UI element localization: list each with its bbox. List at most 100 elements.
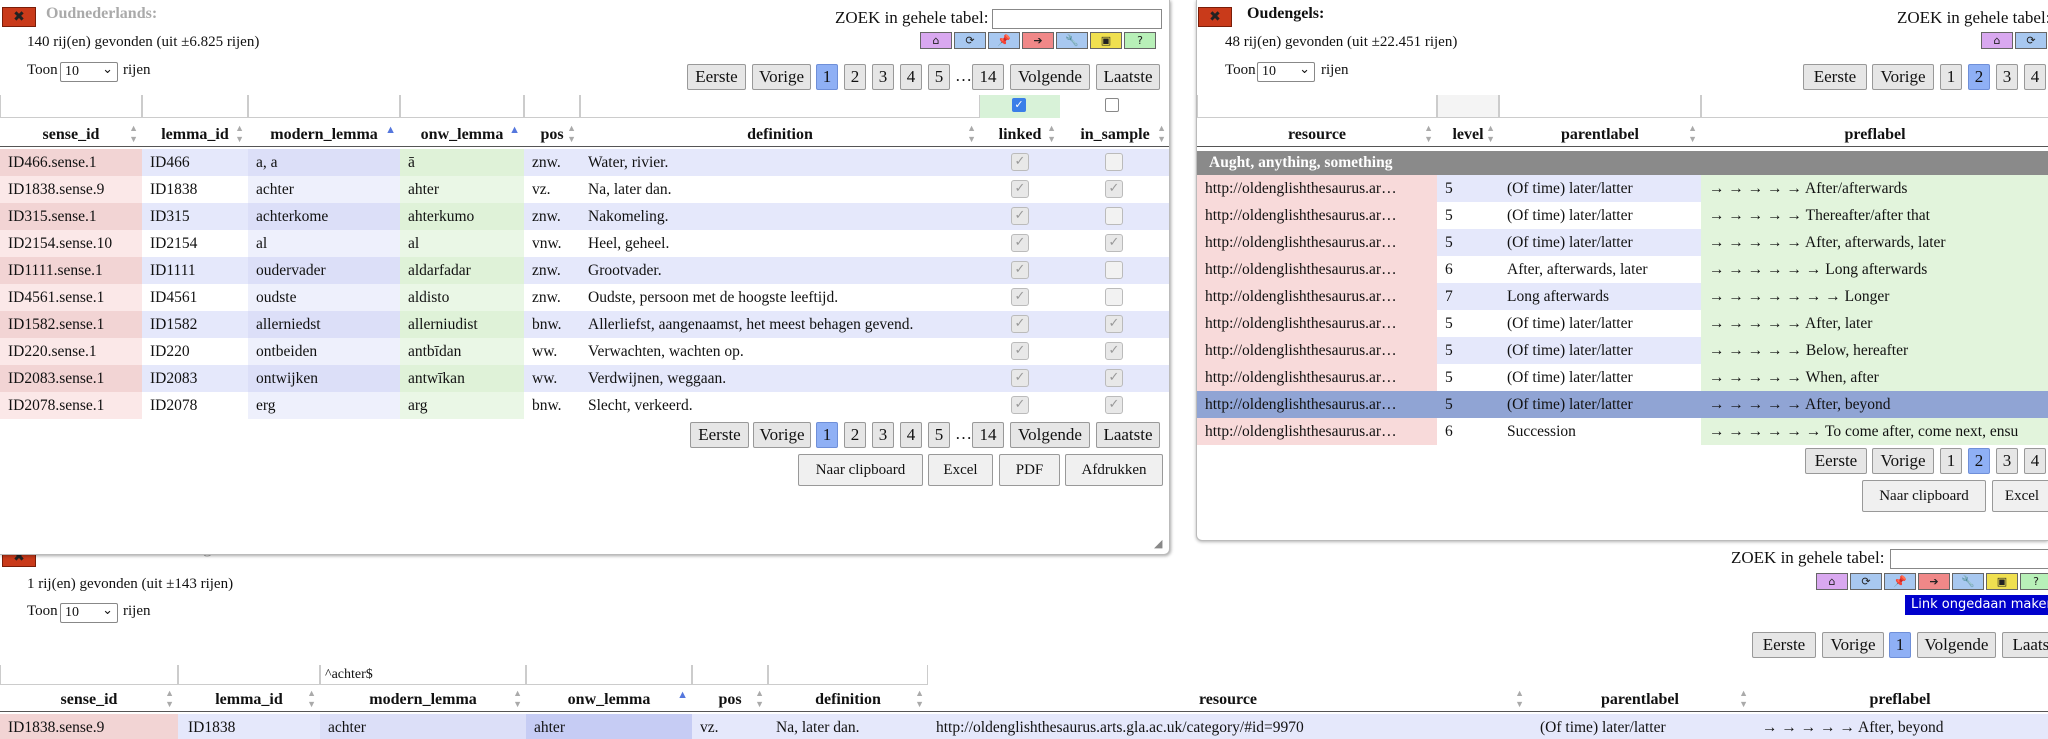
links-prev-button[interactable]: Vorige bbox=[1822, 632, 1884, 658]
odn-th-sense-id[interactable]: sense_id ▲ ▼ bbox=[0, 123, 142, 147]
links-filter-definition[interactable] bbox=[768, 665, 928, 685]
odn-in-sample-checkbox[interactable] bbox=[1105, 153, 1123, 171]
odn-linked-checkbox[interactable]: ✓ bbox=[1011, 369, 1029, 387]
odn-page-14-button-bottom[interactable]: 14 bbox=[972, 422, 1004, 448]
odn-page-2-button[interactable]: 2 bbox=[844, 64, 866, 90]
oe-th-parentlabel[interactable]: parentlabel ▲ ▼ bbox=[1499, 123, 1701, 147]
links-filter-modern-lemma[interactable]: ^achter$ bbox=[320, 665, 526, 685]
refresh-button[interactable]: ⟳ bbox=[2015, 32, 2047, 49]
oe-page-1-button-bottom[interactable]: 1 bbox=[1940, 448, 1962, 474]
refresh-button[interactable]: ⟳ bbox=[1850, 573, 1882, 590]
odn-page-4-button-bottom[interactable]: 4 bbox=[900, 422, 922, 448]
oe-table-row[interactable]: http://oldenglishthesaurus.ar… 5 (Of time)… bbox=[1197, 202, 2048, 229]
oe-table-row[interactable]: http://oldenglishthesaurus.ar… 5 (Of time)… bbox=[1197, 391, 2048, 418]
odn-in-sample-checkbox[interactable]: ✓ bbox=[1105, 315, 1123, 333]
oe-first-button[interactable]: Eerste bbox=[1803, 64, 1867, 90]
links-page-size-select[interactable]: 10 bbox=[60, 601, 118, 623]
odn-linked-checkbox[interactable]: ✓ bbox=[1011, 180, 1029, 198]
oe-prev-button[interactable]: Vorige bbox=[1872, 64, 1934, 90]
odn-table-row[interactable]: ID315.sense.1 ID315 achterkome ahterkumo znw… bbox=[0, 203, 1169, 230]
odn-th-in-sample[interactable]: in_sample ▲ ▼ bbox=[1060, 123, 1169, 147]
help-button[interactable]: ? bbox=[1124, 32, 1156, 49]
odn-in-sample-checkbox[interactable] bbox=[1105, 207, 1123, 225]
odn-search-input[interactable] bbox=[992, 9, 1162, 29]
odn-table-row[interactable]: ID1582.sense.1 ID1582 allerniedst allerniud… bbox=[0, 311, 1169, 338]
oe-th-level[interactable]: level ▲ ▼ bbox=[1437, 123, 1499, 147]
odn-filter-linked-checkbox[interactable]: ✓ bbox=[1012, 98, 1026, 112]
odn-filter-linked[interactable]: ✓ bbox=[980, 95, 1060, 118]
links-next-button[interactable]: Volgende bbox=[1917, 632, 1996, 658]
oe-table-row[interactable]: http://oldenglishthesaurus.ar… 5 (Of time)… bbox=[1197, 310, 2048, 337]
home-button[interactable]: ⌂ bbox=[1981, 32, 2013, 49]
odn-page-size-select[interactable]: 10 bbox=[60, 60, 118, 82]
resize-handle-icon[interactable]: ◢ bbox=[1154, 538, 1166, 550]
arrow-right-circle-button[interactable]: ➔ bbox=[1918, 573, 1950, 590]
oe-page-4-button[interactable]: 4 bbox=[2024, 64, 2046, 90]
oe-excel-button[interactable]: Excel bbox=[1992, 480, 2048, 512]
odn-in-sample-checkbox[interactable]: ✓ bbox=[1105, 396, 1123, 414]
odn-table-row[interactable]: ID466.sense.1 ID466 a, a ā znw. Water, rivier… bbox=[0, 149, 1169, 176]
odn-th-onw-lemma[interactable]: onw_lemma ▲ bbox=[400, 123, 524, 147]
oe-table-row[interactable]: http://oldenglishthesaurus.ar… 5 (Of time)… bbox=[1197, 229, 2048, 256]
odn-table-row[interactable]: ID1111.sense.1 ID1111 oudervader aldarfadar… bbox=[0, 257, 1169, 284]
odn-th-lemma-id[interactable]: lemma_id ▲ ▼ bbox=[142, 123, 248, 147]
odn-linked-checkbox[interactable]: ✓ bbox=[1011, 342, 1029, 360]
pin-button[interactable]: 📌 bbox=[988, 32, 1020, 49]
arrow-right-circle-button[interactable]: ➔ bbox=[1022, 32, 1054, 49]
refresh-button[interactable]: ⟳ bbox=[954, 32, 986, 49]
links-search-input[interactable] bbox=[1890, 549, 2048, 569]
folder-button[interactable]: ▣ bbox=[1090, 32, 1122, 49]
links-filter-pos[interactable] bbox=[692, 665, 768, 685]
wrench-button[interactable]: 🔧 bbox=[1952, 573, 1984, 590]
odn-table-row[interactable]: ID2154.sense.10 ID2154 al al vnw. Heel, gehee… bbox=[0, 230, 1169, 257]
odn-filter-in-sample-checkbox[interactable] bbox=[1105, 98, 1119, 112]
oe-page-size-select[interactable]: 10 bbox=[1257, 60, 1315, 82]
odn-filter-lemma-id[interactable] bbox=[142, 95, 248, 118]
oe-close-button[interactable]: ✖ bbox=[1198, 7, 1232, 27]
odn-th-linked[interactable]: linked ▲ ▼ bbox=[980, 123, 1060, 147]
oe-table-row[interactable]: http://oldenglishthesaurus.ar… 6 Successio… bbox=[1197, 418, 2048, 445]
links-th-resource[interactable]: resource ▲ ▼ bbox=[928, 688, 1528, 712]
odn-page-3-button-bottom[interactable]: 3 bbox=[872, 422, 894, 448]
odn-table-row[interactable]: ID4561.sense.1 ID4561 oudste aldisto znw. Oud… bbox=[0, 284, 1169, 311]
odn-linked-checkbox[interactable]: ✓ bbox=[1011, 261, 1029, 279]
oe-first-button-bottom[interactable]: Eerste bbox=[1805, 448, 1867, 474]
oe-filter-preflabel[interactable] bbox=[1701, 95, 2048, 118]
odn-page-5-button[interactable]: 5 bbox=[928, 64, 950, 90]
odn-last-button-bottom[interactable]: Laatste bbox=[1096, 422, 1160, 448]
odn-in-sample-checkbox[interactable]: ✓ bbox=[1105, 342, 1123, 360]
links-last-button[interactable]: Laatste bbox=[2002, 632, 2048, 658]
oe-table-row[interactable]: http://oldenglishthesaurus.ar… 5 (Of time)… bbox=[1197, 337, 2048, 364]
odn-table-row[interactable]: ID2078.sense.1 ID2078 erg arg bnw. Slecht, ve… bbox=[0, 392, 1169, 419]
odn-first-button[interactable]: Eerste bbox=[687, 64, 746, 90]
oe-table-row[interactable]: http://oldenglishthesaurus.ar… 7 Long afte… bbox=[1197, 283, 2048, 310]
odn-filter-in-sample[interactable] bbox=[1060, 95, 1169, 118]
oe-filter-parentlabel[interactable] bbox=[1499, 95, 1701, 118]
oe-page-4-button-bottom[interactable]: 4 bbox=[2024, 448, 2046, 474]
oe-filter-level[interactable] bbox=[1437, 95, 1499, 118]
links-filter-onw-lemma[interactable] bbox=[526, 665, 692, 685]
odn-linked-checkbox[interactable]: ✓ bbox=[1011, 288, 1029, 306]
oe-page-3-button-bottom[interactable]: 3 bbox=[1996, 448, 2018, 474]
oe-table-row[interactable]: http://oldenglishthesaurus.ar… 5 (Of time)… bbox=[1197, 175, 2048, 202]
odn-linked-checkbox[interactable]: ✓ bbox=[1011, 234, 1029, 252]
odn-clipboard-button[interactable]: Naar clipboard bbox=[798, 454, 923, 486]
odn-table-row[interactable]: ID1838.sense.9 ID1838 achter ahter vz. Na, la… bbox=[0, 176, 1169, 203]
oe-table-row[interactable]: http://oldenglishthesaurus.ar… 5 (Of time)… bbox=[1197, 364, 2048, 391]
odn-pdf-button[interactable]: PDF bbox=[999, 454, 1060, 486]
odn-table-row[interactable]: ID220.sense.1 ID220 ontbeiden antbīdan ww. Ve… bbox=[0, 338, 1169, 365]
odn-in-sample-checkbox[interactable]: ✓ bbox=[1105, 234, 1123, 252]
odn-in-sample-checkbox[interactable]: ✓ bbox=[1105, 369, 1123, 387]
odn-page-1-button[interactable]: 1 bbox=[816, 64, 838, 90]
odn-next-button-bottom[interactable]: Volgende bbox=[1010, 422, 1090, 448]
odn-linked-checkbox[interactable]: ✓ bbox=[1011, 396, 1029, 414]
oe-filter-resource[interactable] bbox=[1197, 95, 1437, 118]
help-button[interactable]: ? bbox=[2020, 573, 2048, 590]
odn-excel-button[interactable]: Excel bbox=[928, 454, 993, 486]
odn-page-14-button[interactable]: 14 bbox=[972, 64, 1004, 90]
odn-th-pos[interactable]: pos ▲ ▼ bbox=[524, 123, 580, 147]
odn-page-1-button-bottom[interactable]: 1 bbox=[816, 422, 838, 448]
home-button[interactable]: ⌂ bbox=[1816, 573, 1848, 590]
odn-page-4-button[interactable]: 4 bbox=[900, 64, 922, 90]
links-th-sense-id[interactable]: sense_id ▲ ▼ bbox=[0, 688, 178, 712]
